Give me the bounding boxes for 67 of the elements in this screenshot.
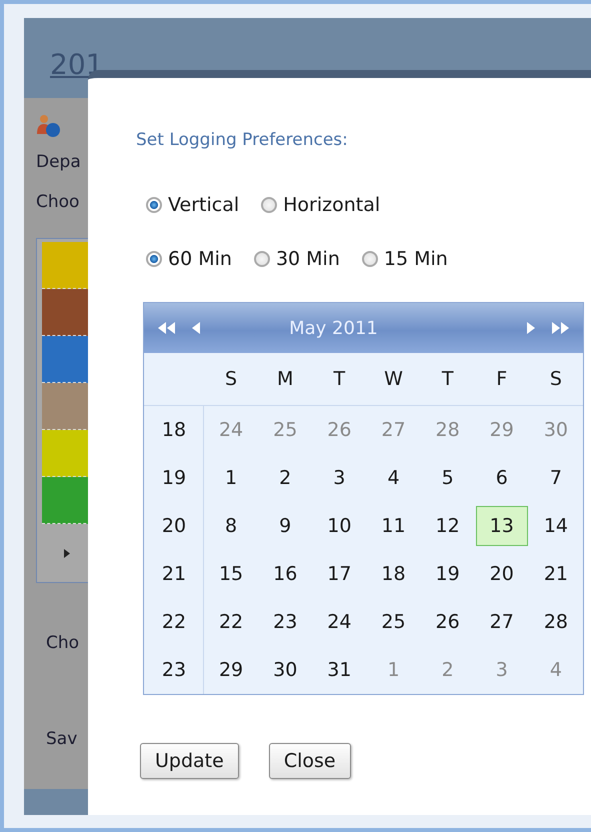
day-cell[interactable]: 15 — [204, 563, 258, 585]
interval-radio[interactable]: 60 Min — [146, 248, 232, 270]
week-number: 20 — [160, 515, 188, 537]
day-cell[interactable]: 11 — [366, 515, 421, 537]
interval-radio[interactable]: 30 Min — [254, 248, 340, 270]
day-cell[interactable]: 1 — [204, 467, 258, 489]
weekday-header: F — [495, 368, 508, 390]
weekday-header: T — [440, 368, 454, 390]
department-label: Depa — [36, 152, 81, 174]
dialog-title: Set Logging Preferences: — [136, 130, 349, 150]
week-number: 21 — [160, 563, 188, 585]
day-cell[interactable]: 26 — [420, 611, 475, 633]
day-cell[interactable]: 20 — [474, 563, 529, 585]
weekday-header: T — [332, 368, 346, 390]
radio-dot[interactable] — [146, 197, 162, 213]
day-cell[interactable]: 14 — [528, 515, 583, 537]
day-cell[interactable]: 5 — [420, 467, 475, 489]
radio-dot[interactable] — [254, 251, 270, 267]
day-cell[interactable]: 27 — [474, 611, 529, 633]
week-number: 19 — [160, 467, 188, 489]
day-cell[interactable]: 23 — [258, 611, 312, 633]
users-icon — [36, 114, 62, 138]
day-cell[interactable]: 21 — [528, 563, 583, 585]
interval-radio[interactable]: 15 Min — [362, 248, 448, 270]
day-cell[interactable]: 29 — [204, 659, 258, 681]
day-cell[interactable]: 6 — [474, 467, 529, 489]
weekday-header: M — [276, 368, 294, 390]
last-page-icon[interactable] — [549, 322, 569, 334]
day-cell[interactable]: 17 — [312, 563, 366, 585]
save-label: Sav — [46, 729, 78, 749]
orientation-radio[interactable]: Horizontal — [261, 194, 380, 216]
day-cell[interactable]: 19 — [420, 563, 475, 585]
day-cell[interactable]: 10 — [312, 515, 366, 537]
day-cell[interactable]: 24 — [312, 611, 366, 633]
day-cell[interactable]: 13 — [476, 506, 528, 546]
day-cell[interactable]: 22 — [204, 611, 258, 633]
choose-label: Cho — [46, 633, 80, 653]
week-number: 18 — [160, 419, 188, 441]
radio-dot[interactable] — [261, 197, 278, 213]
choose-label: Choo — [36, 192, 80, 214]
orientation-radio[interactable]: Vertical — [146, 194, 240, 216]
day-cell[interactable]: 4 — [366, 467, 421, 489]
day-cell[interactable]: 3 — [312, 467, 366, 489]
weekday-header: S — [224, 368, 238, 390]
radio-dot[interactable] — [362, 251, 378, 267]
day-cell[interactable]: 9 — [258, 515, 312, 537]
close-button[interactable]: Close — [268, 743, 351, 779]
day-cell[interactable]: 28 — [528, 611, 583, 633]
day-cell[interactable]: 30 — [258, 659, 312, 681]
day-cell[interactable]: 16 — [258, 563, 312, 585]
day-cell[interactable]: 2 — [258, 467, 312, 489]
day-cell[interactable]: 31 — [312, 659, 366, 681]
day-cell[interactable]: 25 — [366, 611, 421, 633]
update-button[interactable]: Update — [140, 743, 239, 779]
day-cell[interactable]: 12 — [420, 515, 475, 537]
previous-icon[interactable] — [192, 322, 201, 334]
week-number: 22 — [160, 611, 188, 633]
radio-dot[interactable] — [146, 251, 162, 267]
day-cell[interactable]: 18 — [366, 563, 421, 585]
expand-icon[interactable] — [64, 548, 70, 558]
weekday-header: W — [383, 368, 404, 390]
next-icon[interactable] — [526, 322, 535, 334]
weekday-header: S — [548, 368, 563, 390]
first-page-icon[interactable] — [158, 322, 178, 334]
day-cell[interactable]: 8 — [204, 515, 258, 537]
week-number: 23 — [160, 659, 188, 681]
day-cell[interactable]: 7 — [528, 467, 583, 489]
